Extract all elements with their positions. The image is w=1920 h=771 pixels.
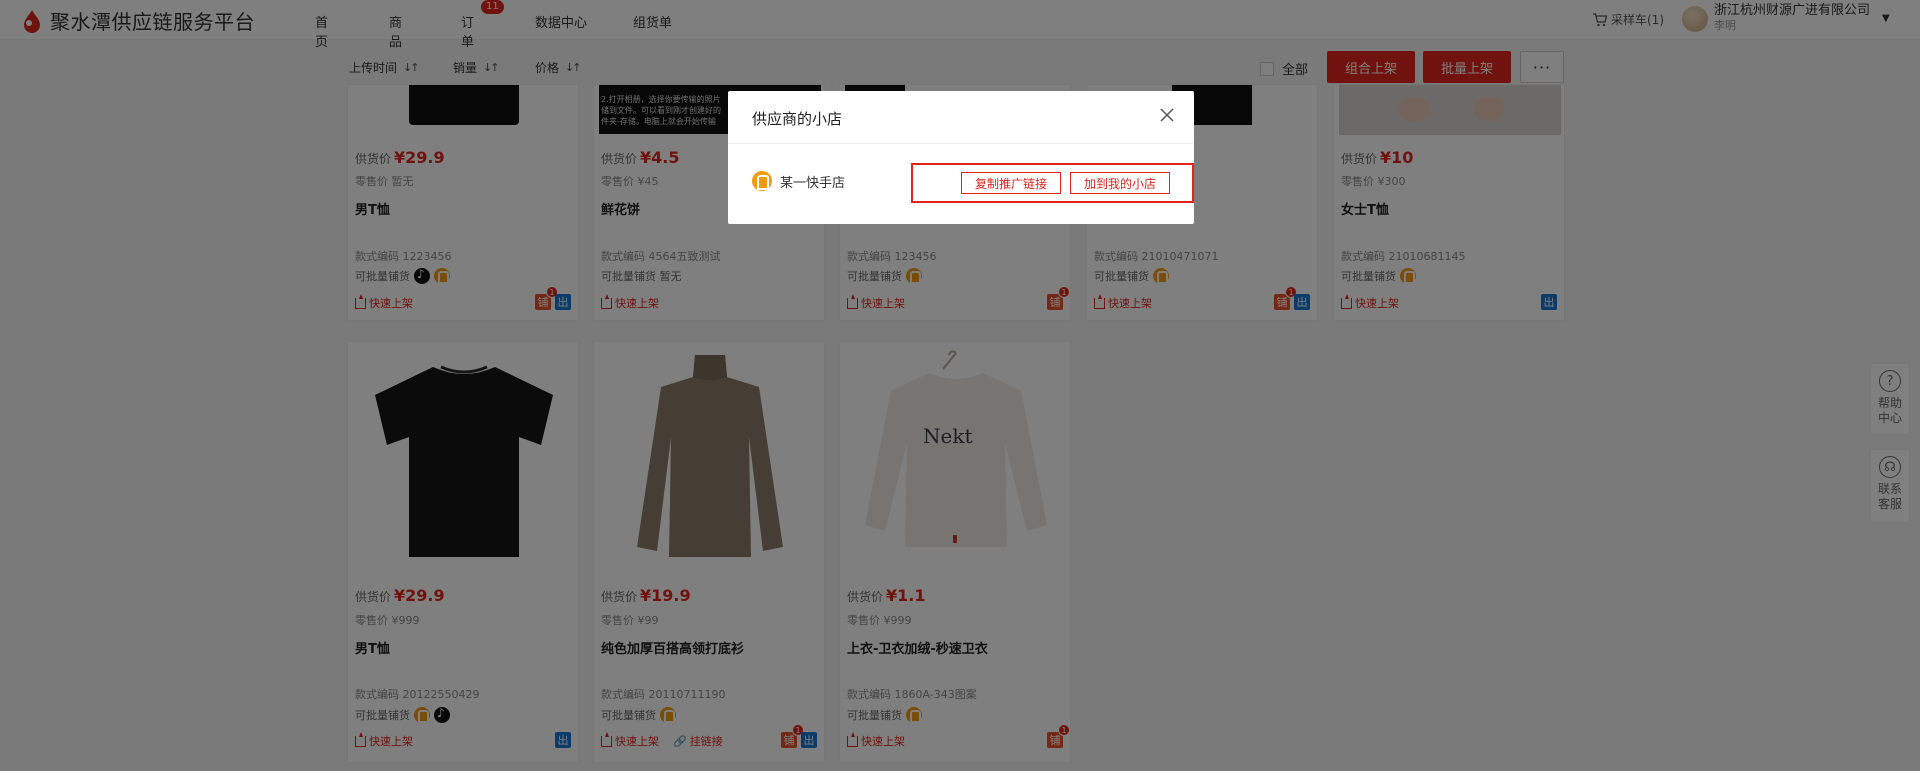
supplier-shop-dialog: 供应商的小店 某一快手店 复制推广链接 加到我的小店 <box>728 91 1194 224</box>
shop-name: 某一快手店 <box>780 175 846 191</box>
kuaishou-icon <box>752 171 772 191</box>
dialog-header: 供应商的小店 <box>728 91 1194 144</box>
add-to-my-shop-button[interactable]: 加到我的小店 <box>1070 172 1170 194</box>
copy-promo-link-button[interactable]: 复制推广链接 <box>961 172 1061 194</box>
close-icon[interactable] <box>1158 106 1176 124</box>
dialog-title: 供应商的小店 <box>752 110 843 128</box>
shop-row: 某一快手店 <box>752 171 845 191</box>
